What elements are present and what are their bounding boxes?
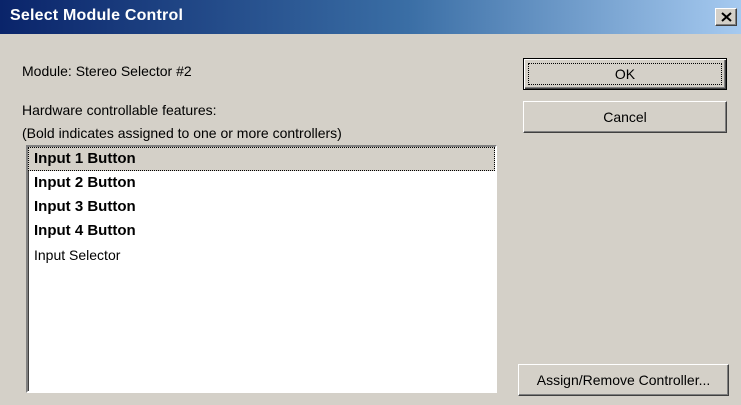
assign-remove-controller-button[interactable]: Assign/Remove Controller... <box>518 364 729 396</box>
cancel-button[interactable]: Cancel <box>523 101 727 133</box>
list-item[interactable]: Input 4 Button <box>28 219 495 243</box>
assign-button-label: Assign/Remove Controller... <box>536 372 711 388</box>
features-listbox[interactable]: Input 1 Button Input 2 Button Input 3 Bu… <box>26 145 497 393</box>
module-label: Module: Stereo Selector #2 <box>22 63 192 79</box>
close-button[interactable] <box>715 8 737 26</box>
list-item[interactable]: Input Selector <box>28 243 495 267</box>
title-bar: Select Module Control <box>0 0 741 34</box>
features-hint: (Bold indicates assigned to one or more … <box>22 125 342 141</box>
list-item[interactable]: Input 2 Button <box>28 171 495 195</box>
list-item[interactable]: Input 3 Button <box>28 195 495 219</box>
ok-button[interactable]: OK <box>523 58 727 90</box>
list-item[interactable]: Input 1 Button <box>28 147 495 171</box>
cancel-button-label: Cancel <box>603 109 647 125</box>
window-title: Select Module Control <box>10 7 184 24</box>
close-icon <box>721 12 732 22</box>
ok-button-label: OK <box>614 66 636 82</box>
features-heading: Hardware controllable features: <box>22 102 217 118</box>
